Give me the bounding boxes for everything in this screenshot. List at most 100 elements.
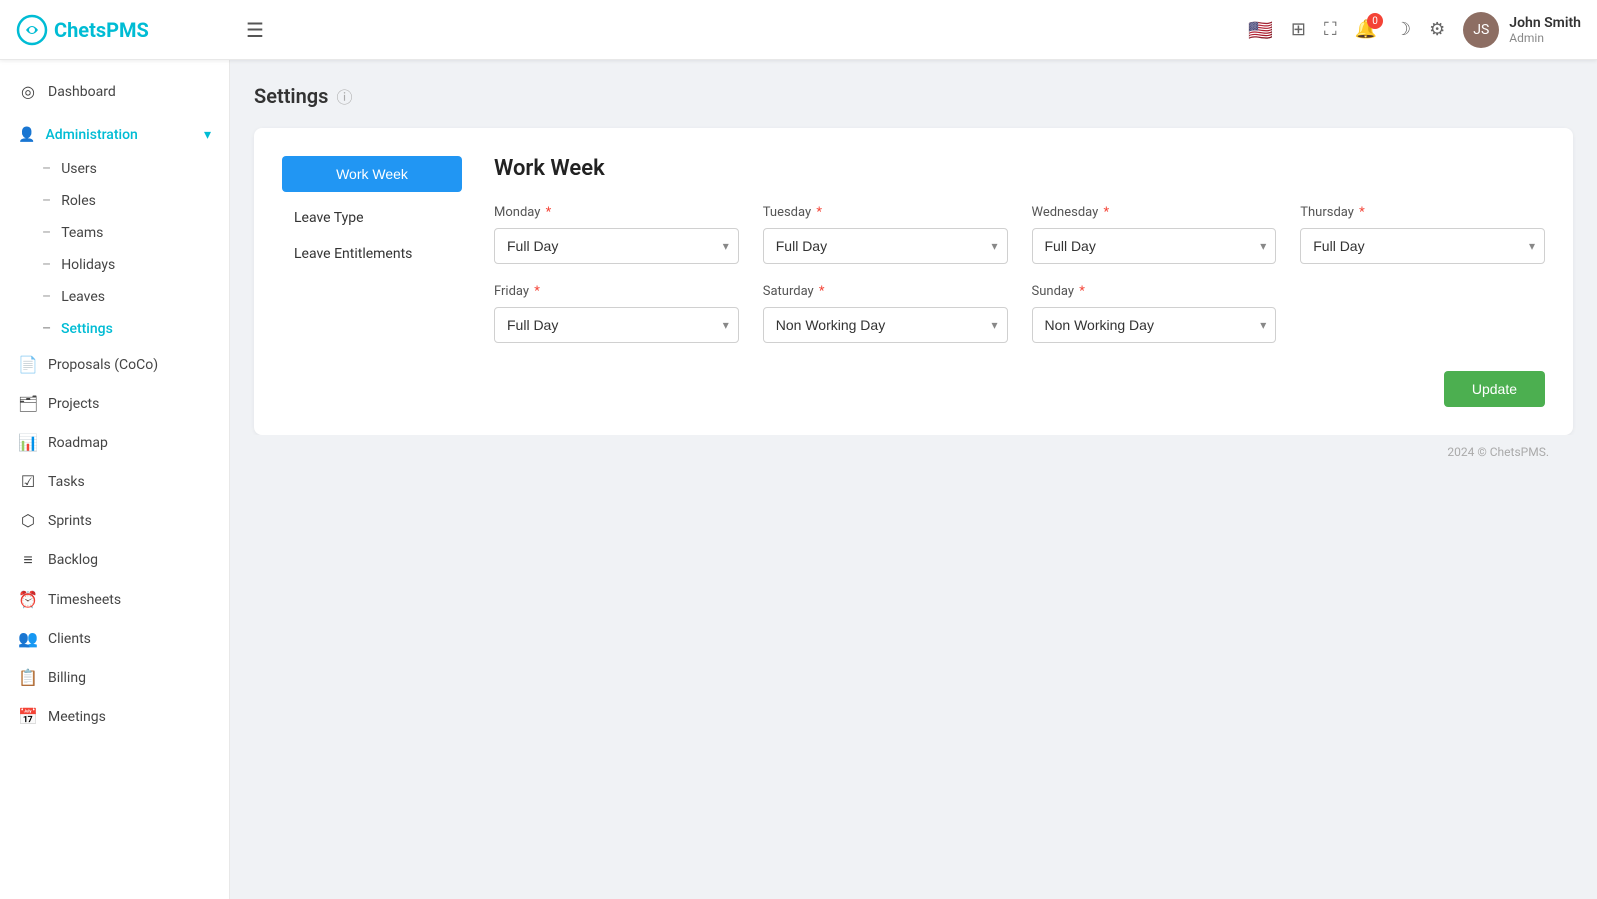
hamburger-button[interactable]: ☰ [246,18,264,42]
leave-type-nav-item[interactable]: Leave Type [282,200,462,236]
thursday-select[interactable]: Full DayHalf DayNon Working Day [1300,228,1545,264]
days-grid: Monday * Full DayHalf DayNon Working Day▾… [494,205,1545,343]
sidebar-item-backlog[interactable]: ≡ Backlog [0,540,229,580]
sidebar-item-meetings[interactable]: 📅 Meetings [0,697,229,736]
tuesday-required: * [813,205,822,220]
sidebar-item-teams[interactable]: Teams [0,217,229,249]
saturday-select-wrapper: Full DayHalf DayNon Working Day▾ [763,307,1008,343]
work-week-title: Work Week [494,156,1545,181]
sidebar-item-holidays[interactable]: Holidays [0,249,229,281]
sunday-label: Sunday * [1032,284,1277,299]
day-field-monday: Monday * Full DayHalf DayNon Working Day▾ [494,205,739,264]
sidebar-item-roles[interactable]: Roles [0,185,229,217]
day-field-wednesday: Wednesday * Full DayHalf DayNon Working D… [1032,205,1277,264]
roadmap-icon: 📊 [18,433,38,452]
backlog-icon: ≡ [18,550,38,570]
meetings-icon: 📅 [18,707,38,726]
day-field-saturday: Saturday * Full DayHalf DayNon Working Da… [763,284,1008,343]
sunday-required: * [1076,284,1085,299]
sidebar-item-proposals[interactable]: 📄 Proposals (CoCo) [0,345,229,384]
avatar: JS [1463,12,1499,48]
navbar-right: 🇺🇸 ⊞ ⛶ 🔔 0 ☽ ⚙ JS John Smith Admin [1248,12,1581,48]
thursday-required: * [1356,205,1365,220]
sunday-select[interactable]: Full DayHalf DayNon Working Day [1032,307,1277,343]
work-week-button[interactable]: Work Week [282,156,462,192]
proposals-icon: 📄 [18,355,38,374]
saturday-select[interactable]: Full DayHalf DayNon Working Day [763,307,1008,343]
clients-icon: 👥 [18,629,38,648]
friday-label: Friday * [494,284,739,299]
day-field-tuesday: Tuesday * Full DayHalf DayNon Working Day… [763,205,1008,264]
tuesday-select-wrapper: Full DayHalf DayNon Working Day▾ [763,228,1008,264]
thursday-label: Thursday * [1300,205,1545,220]
user-role: Admin [1509,31,1581,45]
sprints-icon: ⬡ [18,511,38,530]
thursday-select-wrapper: Full DayHalf DayNon Working Day▾ [1300,228,1545,264]
monday-label: Monday * [494,205,739,220]
administration-submenu: Users Roles Teams Holidays Leaves Settin… [0,153,229,345]
settings-card: Work Week Leave Type Leave Entitlements … [254,128,1573,435]
day-field-friday: Friday * Full DayHalf DayNon Working Day▾ [494,284,739,343]
friday-select-wrapper: Full DayHalf DayNon Working Day▾ [494,307,739,343]
page-title: Settings [254,84,328,108]
wednesday-select-wrapper: Full DayHalf DayNon Working Day▾ [1032,228,1277,264]
sidebar-item-administration[interactable]: 👤 Administration ▾ [18,119,211,151]
card-inner: Work Week Leave Type Leave Entitlements … [282,156,1545,407]
settings-icon[interactable]: ⚙ [1429,19,1445,40]
language-flag[interactable]: 🇺🇸 [1248,18,1273,42]
sidebar-section-administration: 👤 Administration ▾ [0,111,229,153]
update-button[interactable]: Update [1444,371,1545,407]
friday-required: * [531,284,540,299]
username: John Smith [1509,15,1581,31]
wednesday-select[interactable]: Full DayHalf DayNon Working Day [1032,228,1277,264]
day-field-sunday: Sunday * Full DayHalf DayNon Working Day▾ [1032,284,1277,343]
sidebar-item-dashboard[interactable]: ◎ Dashboard [0,72,229,111]
tuesday-select[interactable]: Full DayHalf DayNon Working Day [763,228,1008,264]
layout: ◎ Dashboard 👤 Administration ▾ Users Rol… [0,60,1597,899]
monday-select[interactable]: Full DayHalf DayNon Working Day [494,228,739,264]
friday-select[interactable]: Full DayHalf DayNon Working Day [494,307,739,343]
tasks-icon: ☑ [18,472,38,491]
footer: 2024 © ChetsPMS. [254,435,1573,469]
notification-badge: 0 [1367,13,1383,29]
sunday-select-wrapper: Full DayHalf DayNon Working Day▾ [1032,307,1277,343]
sidebar-item-settings[interactable]: Settings [0,313,229,345]
saturday-label: Saturday * [763,284,1008,299]
leave-entitlements-nav-item[interactable]: Leave Entitlements [282,236,462,272]
sidebar-item-leaves[interactable]: Leaves [0,281,229,313]
timesheets-icon: ⏰ [18,590,38,609]
day-field-thursday: Thursday * Full DayHalf DayNon Working Da… [1300,205,1545,264]
projects-icon: 🗂 [18,394,38,413]
dashboard-icon: ◎ [18,82,38,101]
user-menu[interactable]: JS John Smith Admin [1463,12,1581,48]
wednesday-required: * [1100,205,1109,220]
wednesday-label: Wednesday * [1032,205,1277,220]
logo[interactable]: ChetsPMS [16,14,236,46]
administration-icon: 👤 [18,127,35,143]
sidebar: ◎ Dashboard 👤 Administration ▾ Users Rol… [0,60,230,899]
info-icon[interactable]: ⓘ [336,84,352,108]
sidebar-item-timesheets[interactable]: ⏰ Timesheets [0,580,229,619]
chevron-icon: ▾ [204,127,211,143]
tuesday-label: Tuesday * [763,205,1008,220]
monday-required: * [542,205,551,220]
monday-select-wrapper: Full DayHalf DayNon Working Day▾ [494,228,739,264]
saturday-required: * [816,284,825,299]
sidebar-item-clients[interactable]: 👥 Clients [0,619,229,658]
sidebar-item-sprints[interactable]: ⬡ Sprints [0,501,229,540]
sidebar-item-users[interactable]: Users [0,153,229,185]
sidebar-item-billing[interactable]: 📋 Billing [0,658,229,697]
navbar: ChetsPMS ☰ 🇺🇸 ⊞ ⛶ 🔔 0 ☽ ⚙ JS John Smith … [0,0,1597,60]
billing-icon: 📋 [18,668,38,687]
notification-icon[interactable]: 🔔 0 [1355,19,1377,40]
dark-mode-icon[interactable]: ☽ [1395,19,1411,40]
sidebar-item-roadmap[interactable]: 📊 Roadmap [0,423,229,462]
sidebar-item-projects[interactable]: 🗂 Projects [0,384,229,423]
apps-icon[interactable]: ⊞ [1291,19,1306,40]
fullscreen-icon[interactable]: ⛶ [1324,19,1337,40]
card-content: Work Week Monday * Full DayHalf DayNon Wo… [494,156,1545,407]
page-title-area: Settings ⓘ [254,84,1573,108]
update-row: Update [494,371,1545,407]
main-content: Settings ⓘ Work Week Leave Type Leave En… [230,60,1597,899]
sidebar-item-tasks[interactable]: ☑ Tasks [0,462,229,501]
